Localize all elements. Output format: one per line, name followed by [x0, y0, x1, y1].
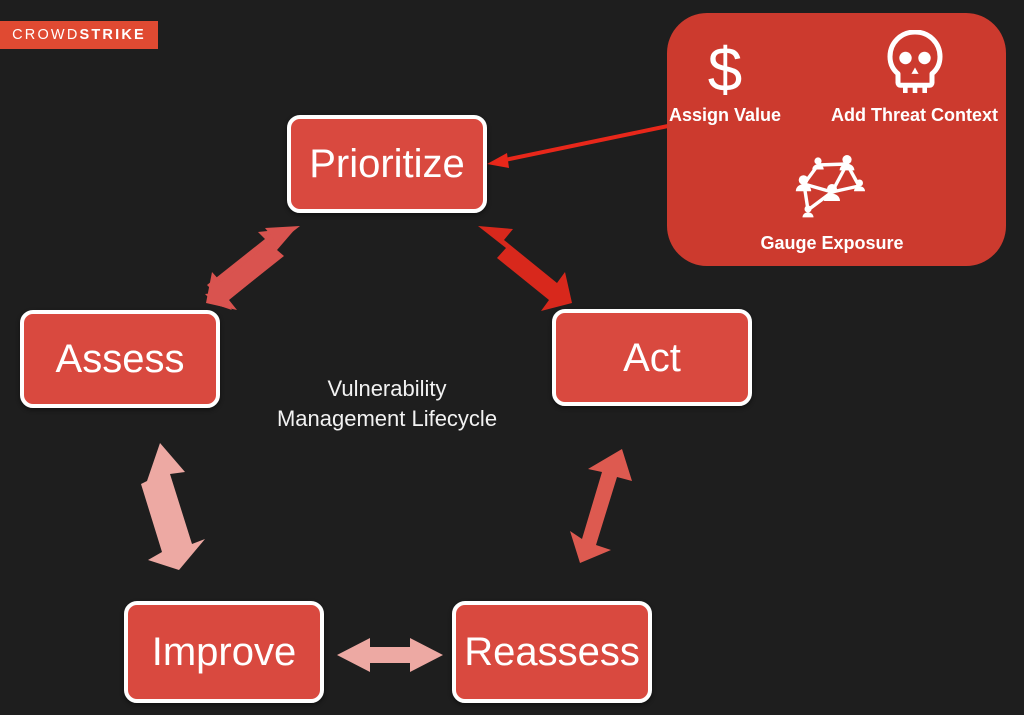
diagram-center-caption: Vulnerability Management Lifecycle [237, 374, 537, 433]
stage-label-act: Act [623, 335, 681, 380]
stage-box-assess[interactable]: Assess [20, 310, 220, 408]
connector-assess-prioritize [205, 226, 300, 310]
connector-prioritize-act [478, 226, 572, 311]
callout-label-assign-value: Assign Value [668, 104, 782, 125]
stage-box-act[interactable]: Act [552, 309, 752, 406]
prioritize-callout-panel: $ Assign Value Add Threat Context Gauge … [667, 13, 1006, 266]
dollar-sign-icon: $ [665, 36, 785, 105]
logo-wordmark: CROWDSTRIKE [12, 28, 146, 43]
diagram-canvas: CROWDSTRIKE Prioritize Assess Act Improv… [0, 0, 1024, 715]
network-nodes-icon [722, 152, 942, 229]
callout-label-gauge-exposure: Gauge Exposure [760, 233, 904, 253]
callout-label-add-threat-context: Add Threat Context [830, 105, 998, 125]
stage-label-improve: Improve [151, 630, 297, 674]
logo-word-strike: STRIKE [79, 26, 146, 43]
stage-box-reassess[interactable]: Reassess [452, 601, 652, 703]
stage-label-prioritize: Prioritize [309, 142, 465, 186]
skull-icon [822, 29, 1007, 101]
callout-item-add-threat-context: Add Threat Context [822, 29, 1007, 126]
stage-label-reassess: Reassess [464, 630, 640, 674]
stage-label-assess: Assess [55, 337, 185, 381]
logo-word-crowd: CROWD [12, 26, 80, 43]
callout-item-gauge-exposure: Gauge Exposure [722, 152, 942, 254]
connector-act-reassess [570, 449, 632, 563]
stage-box-prioritize[interactable]: Prioritize [287, 115, 487, 213]
crowdstrike-logo: CROWDSTRIKE [0, 21, 158, 49]
callout-item-assign-value: $ Assign Value [665, 36, 785, 126]
stage-box-improve[interactable]: Improve [124, 601, 324, 703]
dollar-sign-glyph: $ [707, 36, 743, 105]
connector-callout-to-prioritize [487, 124, 669, 168]
connector-improve-reassess [337, 638, 443, 672]
center-caption-line-1: Vulnerability [327, 376, 447, 401]
connector-assess-improve [141, 443, 205, 570]
center-caption-line-2: Management Lifecycle [276, 405, 498, 431]
